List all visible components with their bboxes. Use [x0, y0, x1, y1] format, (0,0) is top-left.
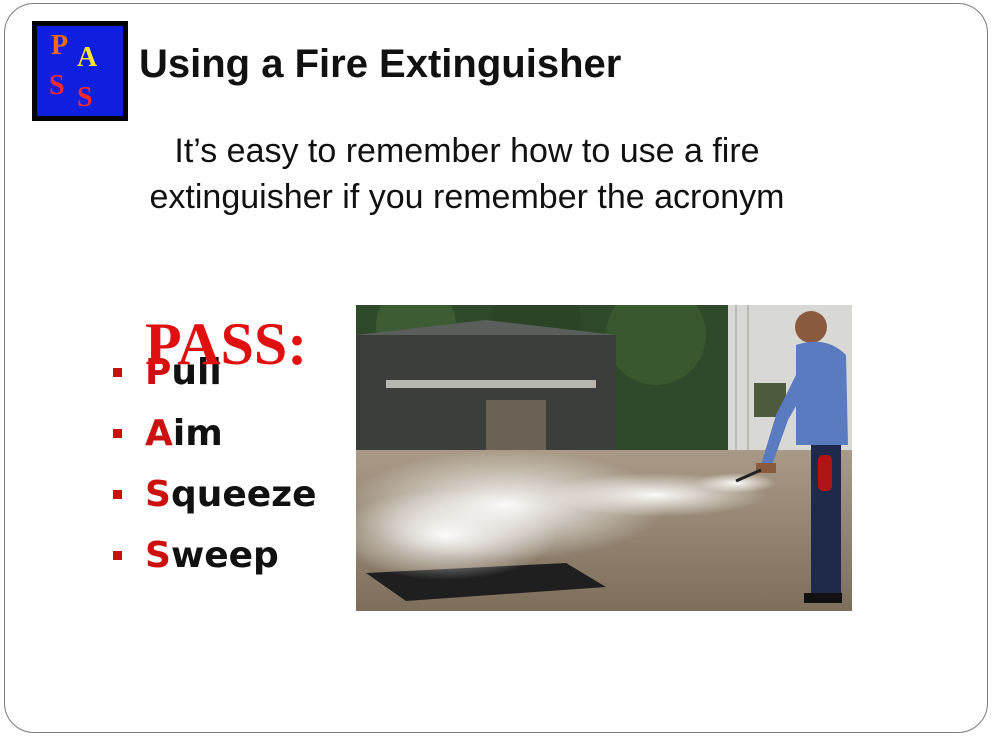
step-initial: A [145, 413, 173, 454]
step-rest: queeze [170, 474, 317, 515]
step-rest: im [172, 413, 223, 454]
fire-extinguisher-photo [356, 305, 852, 611]
extinguisher-icon [818, 455, 832, 491]
bullet-square-icon [113, 429, 122, 438]
step-initial: S [145, 535, 171, 576]
bullet-square-icon [113, 551, 122, 560]
step-sweep: Sweep [113, 525, 317, 586]
logo-letter-p: P [51, 30, 69, 61]
step-squeeze: Squeeze [113, 464, 317, 525]
slide: P A S S Using a Fire Extinguisher It’s e… [4, 3, 988, 733]
pass-steps-list: Pull Aim Squeeze Sweep [113, 342, 317, 586]
bullet-square-icon [113, 490, 122, 499]
slide-title: Using a Fire Extinguisher [139, 42, 622, 86]
pass-logo-background: P A S S [37, 26, 123, 116]
pass-acronym-colon: : [287, 311, 308, 377]
intro-text: It’s easy to remember how to use a fire … [87, 128, 847, 220]
step-initial: S [145, 474, 171, 515]
step-aim: Aim [113, 403, 317, 464]
step-rest: weep [170, 535, 279, 576]
bullet-square-icon [113, 368, 122, 377]
intro-line-2: extinguisher if you remember the acronym [149, 178, 785, 216]
photo-illustration [356, 305, 852, 611]
intro-line-1: It’s easy to remember how to use a fire [174, 132, 760, 170]
pass-logo: P A S S [32, 21, 128, 121]
logo-letter-s-second: S [77, 82, 93, 113]
logo-letter-a: A [77, 42, 98, 73]
logo-letter-s-first: S [49, 70, 65, 101]
pass-acronym-letters: PASS [145, 311, 288, 377]
pass-acronym: PASS: [145, 314, 307, 374]
